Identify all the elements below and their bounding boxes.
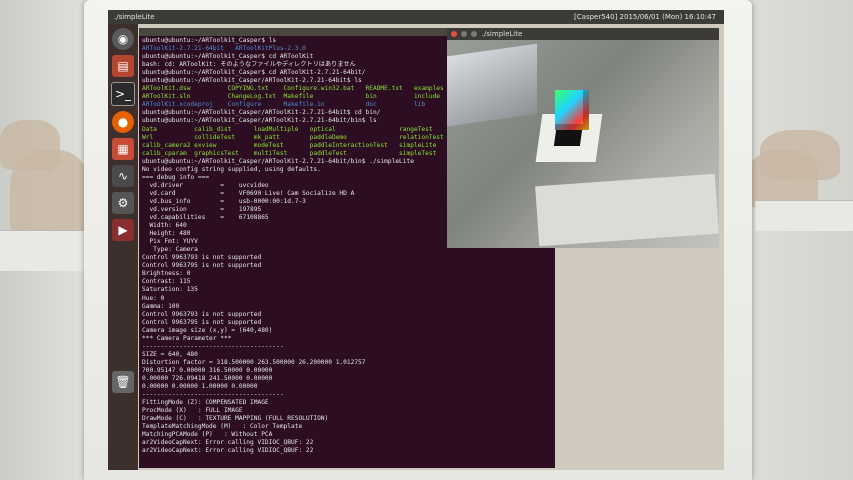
settings-icon[interactable]: ⚙ (112, 192, 134, 214)
terminal-line: 0.00000 0.00000 1.00000 0.00000 (142, 383, 258, 391)
terminal-line: 0.00000 726.09418 241.50000 0.00000 (142, 374, 273, 382)
terminal-line: MatchingPCAMode (P) : Without PCA (142, 431, 273, 439)
terminal-line: DrawMode (C) : TEXTURE MAPPING (FULL RES… (142, 415, 329, 423)
terminal-line: Control 9963795 is not supported (142, 262, 262, 270)
terminal-line: -------------------------------------- (142, 342, 284, 350)
firefox-icon[interactable]: ● (112, 111, 134, 133)
maximize-icon[interactable] (471, 31, 478, 37)
chair (10, 150, 90, 240)
paper-in-feed (535, 173, 719, 247)
terminal-line: SIZE = 640, 480 (142, 350, 198, 358)
top-panel-status: [Casper540] 2015/06/01 (Mon) 16:10:47 (574, 13, 716, 21)
terminal-line: Contrast: 115 (142, 278, 191, 286)
terminal-line: *** Camera Parameter *** (142, 334, 232, 342)
terminal-line: ProcMode (X) : FULL IMAGE (142, 407, 243, 415)
ubuntu-launcher: ◉ ▤ >_ ● ▦ ∿ ⚙ ▶ 🗑 (108, 24, 138, 470)
terminal-line: ar2VideoCapNext: Error calling VIDIOC_QB… (142, 447, 314, 455)
minimize-icon[interactable] (461, 31, 468, 37)
terminal-line: TemplateMatchingMode (M) : Color Templat… (142, 423, 303, 431)
ubuntu-icon[interactable]: ◉ (112, 28, 134, 50)
terminal-line: Hue: 0 (142, 294, 165, 302)
terminal-line: Gamma: 100 (142, 302, 180, 310)
terminal-line: ar2VideoCapNext: Error calling VIDIOC_QB… (142, 439, 314, 447)
camera-window-titlebar: ./simpleLite (447, 28, 719, 40)
terminal-line: Camera image size (x,y) = (640,480) (142, 326, 273, 334)
terminal-line: Control 9963793 is not supported (142, 254, 262, 262)
terminal-line: Brightness: 0 (142, 270, 191, 278)
media-icon[interactable]: ▶ (112, 219, 134, 241)
system-monitor-icon[interactable]: ∿ (112, 165, 134, 187)
ar-cube (555, 90, 589, 130)
terminal-line: Distortion factor = 318.500000 263.50000… (142, 358, 366, 366)
desk (755, 200, 853, 231)
terminal-line: 700.95147 0.00000 316.50000 0.00000 (142, 366, 273, 374)
trash-icon[interactable]: 🗑 (112, 371, 134, 393)
terminal-line: Control 9963795 is not supported (142, 318, 262, 326)
laptop-in-feed (447, 43, 537, 127)
desk (0, 230, 90, 271)
camera-window-title: ./simpleLite (481, 30, 523, 38)
ubuntu-top-panel: ./simpleLite [Casper540] 2015/06/01 (Mon… (108, 10, 724, 24)
top-panel-title: ./simpleLite (114, 13, 155, 21)
camera-window[interactable]: ./simpleLite (447, 28, 719, 248)
monitor-screen: ./simpleLite [Casper540] 2015/06/01 (Mon… (108, 10, 724, 470)
terminal-line: Control 9963793 is not supported (142, 310, 262, 318)
camera-video-feed (447, 40, 719, 248)
files-icon[interactable]: ▤ (112, 55, 134, 77)
close-icon[interactable] (451, 31, 457, 37)
document-icon[interactable]: ▦ (112, 138, 134, 160)
terminal-line: -------------------------------------- (142, 391, 284, 399)
terminal-icon[interactable]: >_ (111, 82, 135, 106)
terminal-line: Saturation: 135 (142, 286, 198, 294)
terminal-line: FittingMode (Z): COMPENSATED IMAGE (142, 399, 269, 407)
